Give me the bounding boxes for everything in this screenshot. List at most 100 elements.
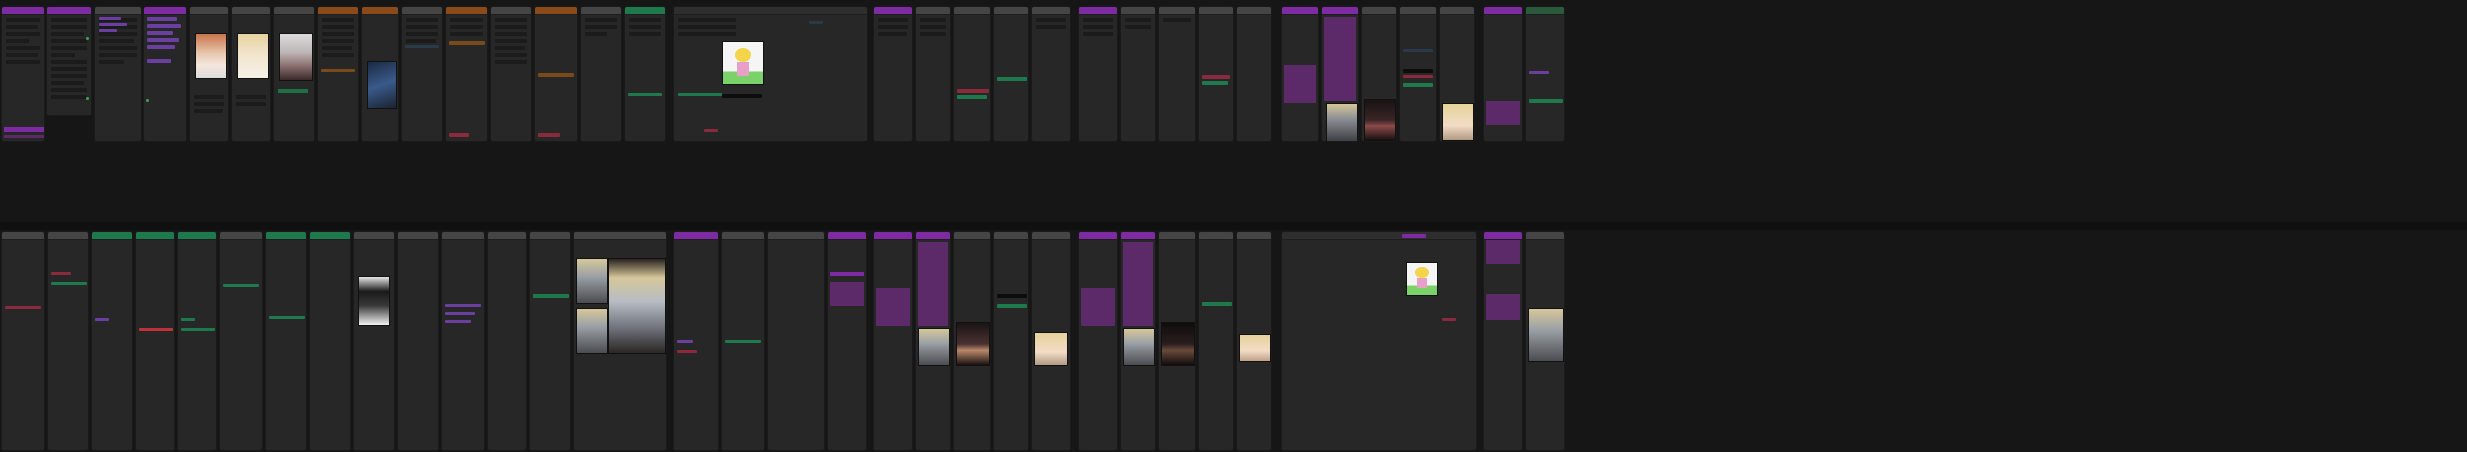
workflow-row-top (0, 2, 2467, 223)
node-b-g5-panel[interactable] (1281, 231, 1477, 451)
preview-image-blonde-g4[interactable] (1239, 334, 1271, 362)
node-group6-b[interactable] (1525, 6, 1565, 142)
preview-image-armored-g6[interactable] (1528, 308, 1564, 362)
node-b-7[interactable] (265, 231, 307, 451)
node-group3-b[interactable] (915, 6, 951, 142)
node-sampler-2[interactable] (361, 6, 399, 142)
node-b-g6-b[interactable] (1525, 231, 1565, 451)
preview-image-dark-g3[interactable] (956, 322, 990, 366)
preview-image-blonde-g3[interactable] (1034, 332, 1068, 366)
workflow-row-bottom (0, 231, 2467, 452)
node-title (2, 7, 44, 15)
preview-image-armored-g3[interactable] (918, 328, 950, 366)
node-b-5[interactable] (177, 231, 217, 451)
node-title (274, 7, 314, 15)
node-b-12[interactable] (487, 231, 527, 451)
node-group4-d[interactable] (1198, 6, 1234, 142)
node-b-8[interactable] (309, 231, 351, 451)
node-group5-e[interactable] (1439, 6, 1475, 142)
preview-image-blonde-closeup[interactable] (1442, 103, 1474, 141)
node-title (398, 232, 438, 240)
node-group3-d[interactable] (993, 6, 1029, 142)
node-sampler-4[interactable] (534, 6, 578, 142)
preview-image-red-hair[interactable] (195, 33, 227, 79)
node-title (354, 232, 394, 240)
node-vae[interactable] (401, 6, 443, 142)
node-b-4[interactable] (135, 231, 175, 451)
preview-image-knight-large[interactable] (608, 258, 666, 354)
node-group5-c[interactable] (1361, 6, 1397, 142)
node-group5-b[interactable] (1321, 6, 1359, 142)
node-group3-c[interactable] (953, 6, 991, 142)
node-b-image-batch[interactable] (573, 231, 667, 451)
node-title (1237, 7, 1271, 15)
node-cartoon-panel[interactable] (673, 6, 868, 142)
node-preview-2[interactable] (231, 6, 271, 142)
preview-image-dark-hair[interactable] (1364, 99, 1396, 141)
preview-image-armored-small-2[interactable] (576, 308, 608, 354)
preview-image-blonde[interactable] (237, 33, 269, 79)
node-group3-e[interactable] (1031, 6, 1071, 142)
preview-image-dark-g4[interactable] (1161, 322, 1195, 366)
node-b-g4-e[interactable] (1236, 231, 1272, 451)
node-b-13[interactable] (529, 231, 571, 451)
preview-image-armored-g4[interactable] (1123, 328, 1155, 366)
node-group5-a[interactable] (1281, 6, 1319, 142)
node-b-g4-a[interactable] (1078, 231, 1118, 451)
node-b-g3-b[interactable] (915, 231, 951, 451)
node-title (581, 7, 621, 15)
preview-image-bw-figure[interactable] (358, 276, 390, 326)
node-b-3[interactable] (91, 231, 133, 451)
node-b-11[interactable] (441, 231, 485, 451)
node-b-g4-d[interactable] (1198, 231, 1234, 451)
preview-image-cartoon[interactable] (722, 41, 764, 85)
node-b-2[interactable] (47, 231, 89, 451)
node-prompt-list[interactable] (143, 6, 187, 142)
node-purple-b[interactable] (46, 6, 92, 116)
preview-image-armored-small-1[interactable] (576, 258, 608, 304)
node-preview-1[interactable] (189, 6, 229, 142)
node-group3-a[interactable] (873, 6, 913, 142)
preview-image-white-hair[interactable] (279, 33, 313, 81)
node-group5-d[interactable] (1399, 6, 1437, 142)
preview-image-blue-figure[interactable] (367, 61, 397, 109)
node-b-1[interactable] (1, 231, 45, 451)
node-group4-b[interactable] (1120, 6, 1156, 142)
node-title (1484, 232, 1522, 240)
node-b-g3-c[interactable] (953, 231, 991, 451)
node-sampler-3[interactable] (445, 6, 488, 142)
preview-image-cartoon-2[interactable] (1406, 262, 1438, 296)
node-b-g2-a[interactable] (673, 231, 719, 451)
node-b-g2-c[interactable] (767, 231, 825, 451)
node-b-g2-b[interactable] (721, 231, 765, 451)
node-b-g3-e[interactable] (1031, 231, 1071, 451)
node-b-10[interactable] (397, 231, 439, 451)
node-output-1[interactable] (624, 6, 666, 142)
node-b-9[interactable] (353, 231, 395, 451)
node-b-g4-c[interactable] (1158, 231, 1196, 451)
preview-image-armored[interactable] (1326, 103, 1358, 141)
node-b-g4-b[interactable] (1120, 231, 1156, 451)
node-title (916, 7, 950, 15)
node-upscale[interactable] (490, 6, 532, 142)
node-sampler-1[interactable] (317, 6, 359, 142)
node-group6-a[interactable] (1483, 6, 1523, 142)
node-b-g6-a[interactable] (1483, 231, 1523, 451)
node-group4-e[interactable] (1236, 6, 1272, 142)
node-b-g3-a[interactable] (873, 231, 913, 451)
node-group4-a[interactable] (1078, 6, 1118, 142)
node-b-g2-d[interactable] (827, 231, 867, 451)
node-title (1237, 232, 1271, 240)
node-title (1362, 7, 1396, 15)
node-title (1079, 232, 1117, 240)
node-preview-3[interactable] (273, 6, 315, 142)
node-b-6[interactable] (219, 231, 263, 451)
node-title (954, 232, 990, 240)
node-b-g3-d[interactable] (993, 231, 1029, 451)
node-save[interactable] (580, 6, 622, 142)
node-loader[interactable] (94, 6, 142, 142)
node-title (1440, 7, 1474, 15)
node-purple-a[interactable] (1, 6, 45, 142)
node-title (954, 7, 990, 15)
node-group4-c[interactable] (1158, 6, 1196, 142)
